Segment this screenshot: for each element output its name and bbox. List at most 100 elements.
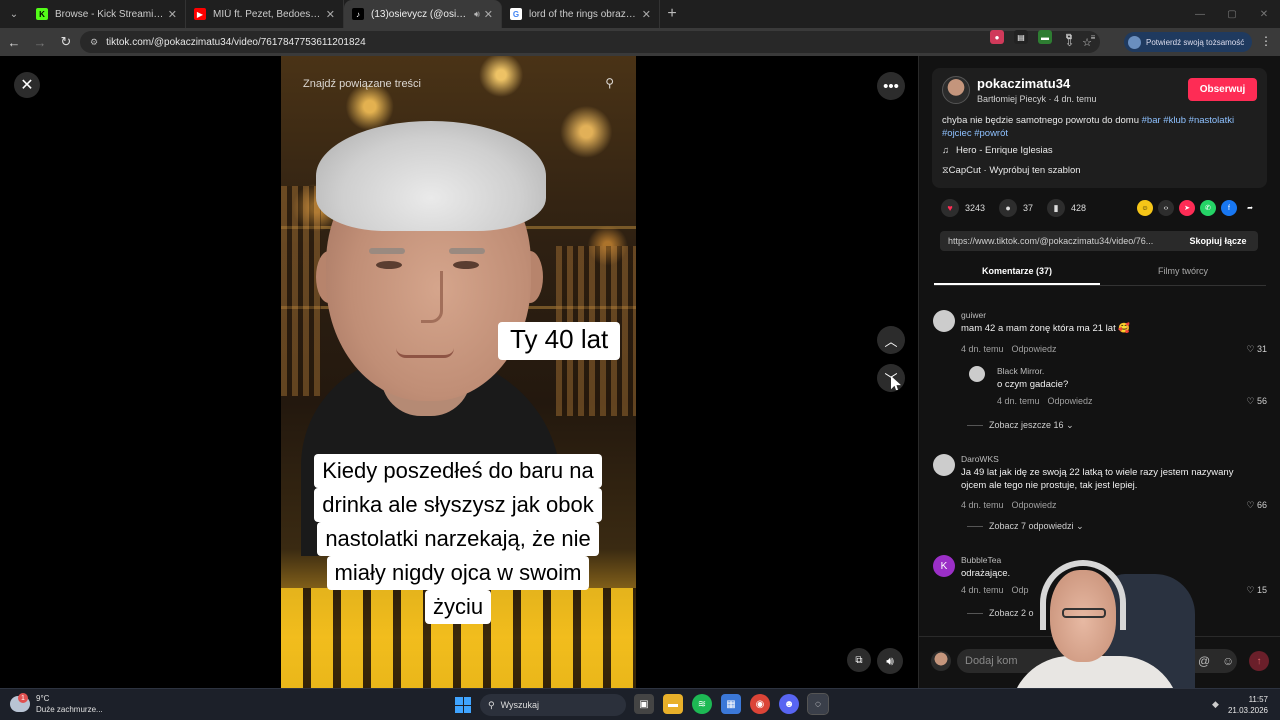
comment-username[interactable]: Black Mirror. [997, 366, 1044, 376]
view-more-replies-button[interactable]: Zobacz 7 odpowiedzi ⌄ [967, 521, 1084, 532]
share-buttons: ☺ ‹› ➤ ✆ f ➦ [1137, 200, 1258, 216]
hashtag-link[interactable]: #bar [1142, 115, 1161, 126]
forward-button[interactable]: → [28, 30, 52, 54]
comment-username[interactable]: guiwer [961, 310, 986, 320]
reply-button[interactable]: Odpowiedz [1048, 396, 1093, 406]
active-app-icon[interactable]: ◌ [807, 693, 829, 715]
bar-bottles [281, 186, 321, 396]
discord-icon[interactable]: ☻ [779, 694, 799, 714]
comment-like-button[interactable]: ♡ 31 [1246, 344, 1267, 355]
tab-creator-videos[interactable]: Filmy twórcy [1100, 260, 1266, 285]
close-tab-icon[interactable]: ✕ [642, 8, 651, 21]
reply-button[interactable]: Odpowiedz [1012, 344, 1057, 354]
taskbar-search[interactable]: ⚲ Wyszukaj [480, 694, 626, 716]
browser-tab-youtube[interactable]: ▶ MIÜ ft. Pezet, Bedoes 2115 - fa ✕ [186, 0, 344, 28]
author-name[interactable]: pokaczimatu34 [977, 76, 1070, 91]
description-text: chyba nie będzie samotnego powrotu do do… [942, 115, 1142, 126]
weather-desc: Duże zachmurze... [36, 705, 103, 714]
comment-username[interactable]: BubbleTea [961, 555, 1001, 565]
like-count: 3243 [965, 203, 986, 213]
author-avatar[interactable] [942, 76, 970, 104]
extension-icon[interactable]: ▤ [1014, 30, 1028, 44]
coin-icon[interactable]: ☺ [1137, 200, 1153, 216]
comment-like-button[interactable]: ♡ 66 [1246, 500, 1267, 511]
capcut-template-link[interactable]: ⧖CapCut · Wypróbuj ten szablon [942, 165, 1081, 176]
extension-icon[interactable]: ▬ [1038, 30, 1052, 44]
embed-icon[interactable]: ‹› [1158, 200, 1174, 216]
close-tab-icon[interactable]: ✕ [326, 8, 335, 21]
profile-verify-button[interactable]: Potwierdź swoją tożsamość [1124, 32, 1253, 52]
save-button[interactable]: ▮ 428 [1047, 199, 1086, 217]
tab-comments[interactable]: Komentarze (37) [934, 260, 1100, 285]
close-tab-icon[interactable]: ✕ [168, 8, 177, 21]
comment-button[interactable]: ● 37 [999, 199, 1033, 217]
previous-video-button[interactable]: ︿ [877, 326, 905, 354]
weather-widget[interactable]: 1 9°C Duże zachmurze... [10, 693, 103, 715]
task-view-icon[interactable]: ▣ [634, 694, 654, 714]
music-title: Hero - Enrique Iglesias [956, 145, 1053, 156]
taskbar-clock[interactable]: 11:57 21.03.2026 [1228, 694, 1268, 716]
person-eye [453, 261, 479, 269]
store-icon[interactable]: ▦ [721, 694, 741, 714]
extension-icon[interactable]: ● [990, 30, 1004, 44]
avatar[interactable] [933, 454, 955, 476]
close-window-icon[interactable]: ✕ [1248, 0, 1280, 28]
music-link[interactable]: ♫ Hero - Enrique Iglesias [942, 145, 1053, 156]
maximize-icon[interactable]: ▢ [1216, 0, 1248, 28]
address-bar[interactable]: ⚙ tiktok.com/@pokaczimatu34/video/761784… [80, 31, 1100, 53]
start-button[interactable] [455, 697, 471, 713]
view-more-replies-button[interactable]: Zobacz jeszcze 16 ⌄ [967, 420, 1074, 431]
avatar[interactable]: K [933, 555, 955, 577]
video-player[interactable]: Znajdź powiązane treści ⚲ Ty 40 lat Kied… [281, 56, 636, 688]
browser-tab-tiktok[interactable]: ♪ (13)osievycz (@osievycz_) | 🔊︎ ✕ [344, 0, 502, 28]
hashtag-link[interactable]: #powrót [974, 128, 1008, 139]
whatsapp-icon[interactable]: ✆ [1200, 200, 1216, 216]
person-eye [376, 261, 402, 269]
close-video-button[interactable]: ✕ [14, 72, 40, 98]
comment-like-button[interactable]: ♡ 15 [1246, 585, 1267, 596]
picture-in-picture-button[interactable]: ⧉ [847, 648, 871, 672]
mention-icon[interactable]: @ [1198, 654, 1210, 668]
back-button[interactable]: ← [2, 30, 26, 54]
hashtag-link[interactable]: #ojciec [942, 128, 972, 139]
tab-search-icon[interactable]: ⌄ [0, 0, 28, 28]
share-arrow-icon[interactable]: ➦ [1242, 200, 1258, 216]
comment-username[interactable]: DaroWKS [961, 454, 999, 464]
new-tab-button[interactable]: + [660, 5, 684, 23]
reload-button[interactable]: ↻ [54, 30, 78, 54]
speaker-icon[interactable]: 🔊︎ [474, 9, 480, 20]
file-explorer-icon[interactable]: ▬ [663, 694, 683, 714]
browser-tab-google[interactable]: G lord of the rings obraz duzy - S ✕ [502, 0, 660, 28]
hashtag-link[interactable]: #nastolatki [1189, 115, 1234, 126]
facebook-icon[interactable]: f [1221, 200, 1237, 216]
spotify-icon[interactable]: ≋ [692, 694, 712, 714]
hashtag-link[interactable]: #klub [1163, 115, 1186, 126]
volume-button[interactable]: 🔊︎ [877, 648, 903, 674]
related-search-link[interactable]: Znajdź powiązane treści [303, 78, 421, 90]
video-caption-top: Ty 40 lat [498, 322, 621, 360]
copy-link-button[interactable]: Skopiuj łącze [1178, 236, 1258, 246]
browser-tab-kick[interactable]: K Browse - Kick Streaming ✕ [28, 0, 186, 28]
comment-like-count: 15 [1256, 585, 1267, 595]
avatar[interactable] [969, 366, 985, 382]
reply-button[interactable]: Odpowiedz [1012, 500, 1057, 510]
browser-menu-icon[interactable]: ⋮ [1260, 34, 1272, 48]
follow-button[interactable]: Obserwuj [1188, 78, 1257, 101]
comment-meta: 4 dn. temu Odpowiedz [961, 500, 1057, 510]
emoji-icon[interactable]: ☺ [1222, 654, 1234, 668]
reading-list-icon[interactable]: ≡ [1086, 30, 1100, 44]
puzzle-icon[interactable]: ⧉ [1062, 30, 1076, 44]
more-options-button[interactable]: ••• [877, 72, 905, 100]
share-link-text[interactable]: https://www.tiktok.com/@pokaczimatu34/vi… [940, 236, 1178, 246]
search-icon[interactable]: ⚲ [605, 76, 614, 90]
like-button[interactable]: ♥ 3243 [941, 199, 985, 217]
send-comment-button[interactable]: ↑ [1249, 651, 1269, 671]
chrome-icon[interactable]: ◉ [750, 694, 770, 714]
site-info-icon[interactable]: ⚙ [90, 37, 98, 48]
send-icon[interactable]: ➤ [1179, 200, 1195, 216]
minimize-icon[interactable]: — [1184, 0, 1216, 28]
comment-like-button[interactable]: ♡ 56 [1246, 396, 1267, 407]
avatar[interactable] [933, 310, 955, 332]
close-tab-icon[interactable]: ✕ [484, 8, 493, 21]
network-icon[interactable]: ◆ [1212, 699, 1219, 710]
